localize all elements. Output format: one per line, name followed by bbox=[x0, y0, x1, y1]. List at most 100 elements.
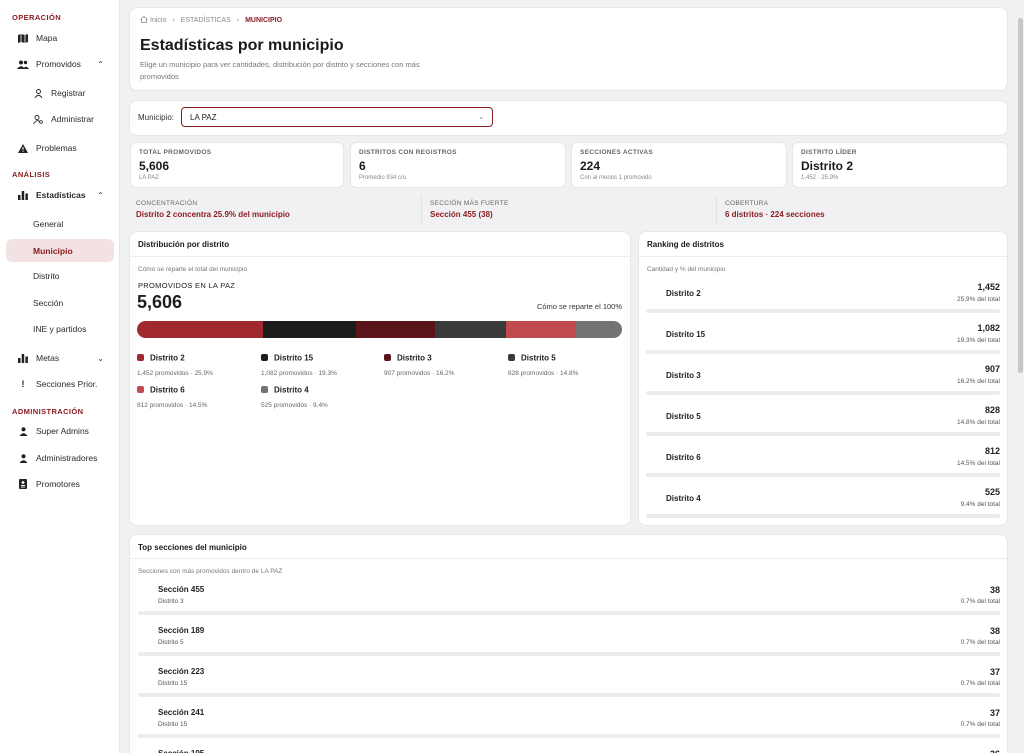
legend-detail: 828 promovidos · 14.8% bbox=[508, 370, 579, 377]
sidebar-item-label: Problemas bbox=[36, 143, 77, 153]
sidebar-item-label: Secciones Prior. bbox=[36, 379, 98, 389]
section-count: 36 bbox=[990, 749, 1000, 753]
kpi-note: 1,452 · 25.9% bbox=[801, 175, 839, 181]
section-title-operacion: OPERACIÓN bbox=[12, 13, 62, 22]
ranking-pct: 16.2% del total bbox=[956, 378, 1000, 385]
sidebar-item-general[interactable]: General bbox=[6, 213, 114, 235]
sidebar-item-label: Registrar bbox=[51, 88, 86, 98]
ranking-count: 1,452 bbox=[977, 282, 1000, 292]
sidebar-item-seccion[interactable]: Sección bbox=[6, 292, 114, 314]
legend-name: Distrito 2 bbox=[150, 353, 185, 363]
insight-seccion: SECCIÓN MÁS FUERTE Sección 455 (38) bbox=[424, 195, 714, 223]
chevron-down-icon: ⌄ bbox=[97, 353, 104, 363]
sidebar-item-promotores[interactable]: Promotores bbox=[6, 473, 114, 495]
user-icon bbox=[31, 88, 45, 98]
breadcrumb-home[interactable]: Inicio bbox=[140, 15, 166, 25]
sidebar-item-problemas[interactable]: Problemas bbox=[6, 137, 114, 159]
sidebar-item-estadisticas[interactable]: Estadísticas ⌃ bbox=[6, 184, 114, 206]
kpi-label: DISTRITOS CON REGISTROS bbox=[359, 149, 457, 156]
sidebar-item-label: General bbox=[33, 219, 64, 229]
divider bbox=[130, 558, 1007, 559]
legend-swatch bbox=[384, 354, 391, 362]
insight-cobertura: COBERTURA 6 distritos · 224 secciones bbox=[719, 195, 1007, 223]
section-row: Sección 189 Distrito 5 38 0.7% del total bbox=[138, 626, 1000, 660]
kpi-label: TOTAL PROMOVIDOS bbox=[139, 149, 212, 156]
breadcrumb-current: MUNICIPIO bbox=[245, 17, 283, 24]
ranking-name: Distrito 4 bbox=[666, 494, 701, 503]
sidebar-item-administradores[interactable]: Administradores bbox=[6, 447, 114, 469]
map-icon bbox=[16, 33, 30, 43]
section-count: 38 bbox=[989, 626, 1000, 636]
ranking-row: Distrito 15 1,082 19.3% del total bbox=[646, 323, 1000, 357]
ranking-bar bbox=[646, 350, 1000, 354]
sidebar-item-super-admins[interactable]: Super Admins bbox=[6, 420, 114, 442]
kpi-note: Promedio 934 c/u bbox=[359, 175, 407, 181]
sidebar-item-secciones-prior[interactable]: ! Secciones Prior. bbox=[6, 373, 114, 395]
home-icon bbox=[140, 15, 148, 25]
kpi-value: 5,606 bbox=[139, 159, 170, 173]
sidebar-item-label: Super Admins bbox=[36, 426, 89, 436]
page-scrollbar[interactable] bbox=[1017, 0, 1024, 753]
kpi-distrito-lider: DISTRITO LÍDER Distrito 2 1,452 · 25.9% bbox=[792, 142, 1008, 188]
breadcrumb-estadisticas[interactable]: ESTADÍSTICAS bbox=[181, 17, 231, 24]
sidebar-item-label: Promovidos bbox=[36, 59, 81, 69]
sidebar-item-distrito[interactable]: Distrito bbox=[6, 265, 114, 287]
legend-item: Distrito 3 907 promovidos · 16.2% bbox=[384, 349, 454, 377]
stacked-bar-segment bbox=[356, 321, 435, 338]
ranking-count: 812 bbox=[984, 446, 1000, 456]
ranking-subtitle: Cantidad y % del municipio bbox=[647, 266, 726, 273]
legend-item: Distrito 5 828 promovidos · 14.8% bbox=[508, 349, 578, 377]
divider bbox=[130, 256, 630, 257]
sidebar-item-administrar[interactable]: Administrar bbox=[6, 108, 114, 130]
ranking-row: Distrito 6 812 14.5% del total bbox=[646, 446, 1000, 480]
legend-name: Distrito 5 bbox=[521, 353, 556, 363]
kpi-note: Con al menos 1 promovido bbox=[580, 175, 652, 181]
sidebar-item-label: Administradores bbox=[36, 453, 98, 463]
section-name: Sección 223 bbox=[158, 667, 205, 676]
section-district: Distrito 5 bbox=[158, 639, 184, 646]
ranking-row: Distrito 2 1,452 25.9% del total bbox=[646, 282, 1000, 316]
distribution-card bbox=[129, 231, 631, 526]
sidebar-item-label: Sección bbox=[33, 298, 64, 308]
section-district: Distrito 15 bbox=[158, 721, 188, 728]
kpi-value: 6 bbox=[359, 159, 366, 173]
sidebar-item-mapa[interactable]: Mapa bbox=[6, 27, 114, 49]
divider bbox=[639, 256, 1007, 257]
sidebar-item-registrar[interactable]: Registrar bbox=[6, 82, 114, 104]
section-bar bbox=[138, 693, 1000, 697]
sidebar-item-promovidos[interactable]: Promovidos ⌃ bbox=[6, 53, 114, 75]
legend-detail: 907 promovidos · 16.2% bbox=[384, 370, 455, 377]
user-icon bbox=[16, 426, 30, 436]
legend-swatch bbox=[261, 386, 268, 394]
legend-detail: 812 promovidos · 14.5% bbox=[137, 402, 208, 409]
municipio-select[interactable]: LA PAZ ⌄ bbox=[181, 107, 493, 127]
id-card-icon bbox=[16, 479, 30, 489]
kpi-label: DISTRITO LÍDER bbox=[801, 149, 857, 156]
kpi-value: 224 bbox=[580, 159, 601, 173]
ranking-count: 525 bbox=[984, 487, 1000, 497]
sidebar-item-metas[interactable]: Metas ⌄ bbox=[6, 347, 114, 369]
ranking-pct: 19.3% del total bbox=[956, 337, 1000, 344]
legend-name: Distrito 15 bbox=[274, 353, 314, 363]
top-sections-subtitle: Secciones con más promovidos dentro de L… bbox=[138, 568, 283, 575]
section-row: Sección 223 Distrito 15 37 0.7% del total bbox=[138, 667, 1000, 701]
chevron-up-icon: ⌃ bbox=[97, 190, 104, 200]
kpi-value: Distrito 2 bbox=[801, 159, 854, 173]
section-row: Sección 241 Distrito 15 37 0.7% del total bbox=[138, 708, 1000, 742]
ranking-name: Distrito 3 bbox=[666, 371, 701, 380]
kpi-label: SECCIONES ACTIVAS bbox=[580, 149, 653, 156]
section-name: Sección 189 bbox=[158, 626, 205, 635]
ranking-pct: 9.4% del total bbox=[960, 501, 1000, 508]
sidebar-item-ine-partidos[interactable]: INE y partidos bbox=[6, 318, 114, 340]
ranking-name: Distrito 5 bbox=[666, 412, 701, 421]
sidebar-item-label: Promotores bbox=[36, 479, 80, 489]
ranking-pct: 14.8% del total bbox=[956, 419, 1000, 426]
sidebar-item-municipio[interactable]: Municipio bbox=[6, 239, 114, 262]
insight-value: 6 distritos · 224 secciones bbox=[725, 210, 825, 219]
ranking-count: 828 bbox=[984, 405, 1000, 415]
section-bar bbox=[138, 611, 1000, 615]
scrollbar-thumb[interactable] bbox=[1018, 18, 1023, 373]
ranking-name: Distrito 6 bbox=[666, 453, 701, 462]
section-pct: 0.7% del total bbox=[960, 639, 1000, 646]
user-cog-icon bbox=[31, 114, 45, 124]
